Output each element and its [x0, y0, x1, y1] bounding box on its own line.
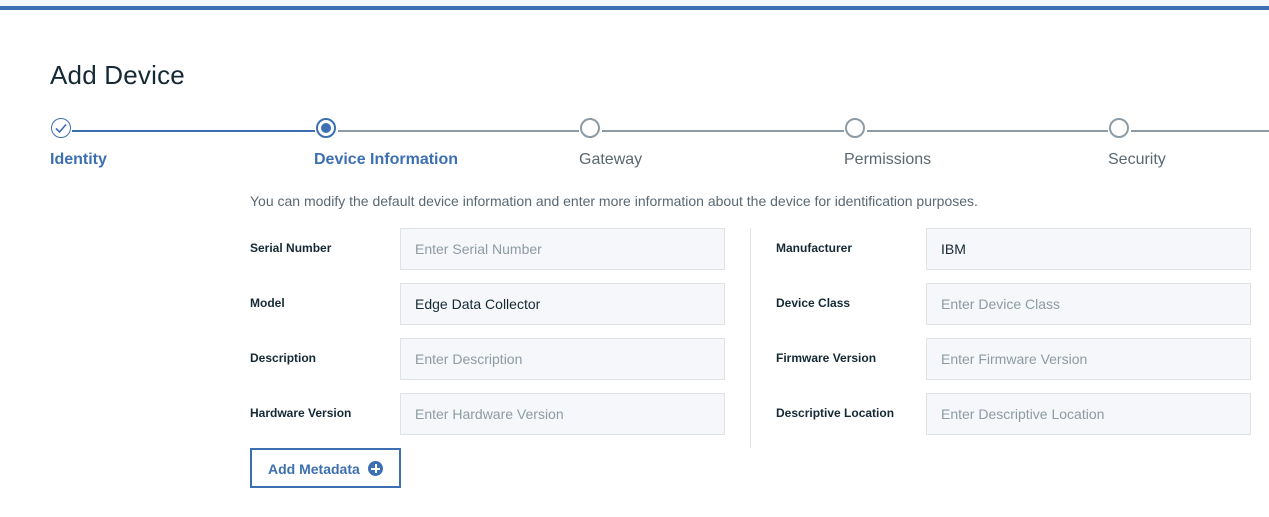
description-label: Description [250, 351, 317, 365]
firmware-version-label: Firmware Version [776, 351, 877, 365]
device-class-input[interactable] [926, 283, 1251, 325]
descriptive-location-input[interactable] [926, 393, 1251, 435]
checkmark-icon [51, 118, 71, 138]
add-metadata-button[interactable]: Add Metadata [250, 448, 401, 488]
serial-number-input[interactable] [400, 228, 725, 270]
page-title: Add Device [50, 60, 185, 90]
manufacturer-label: Manufacturer [776, 241, 853, 255]
empty-circle-icon [1109, 118, 1129, 138]
progress-line [338, 130, 579, 132]
step-label: Identity [50, 151, 107, 168]
step-label: Security [1108, 151, 1166, 168]
add-metadata-label: Add Metadata [268, 461, 360, 477]
model-label: Model [250, 296, 285, 310]
description-input[interactable] [400, 338, 725, 380]
firmware-version-input[interactable] [926, 338, 1251, 380]
empty-circle-icon [580, 118, 600, 138]
step-label: Permissions [844, 151, 932, 168]
manufacturer-input[interactable] [926, 228, 1251, 270]
hardware-version-label: Hardware Version [250, 406, 352, 420]
column-divider [750, 228, 751, 448]
add-circle-icon [368, 461, 383, 476]
serial-number-label: Serial Number [250, 241, 332, 255]
intro-text: You can modify the default device inform… [250, 193, 978, 209]
empty-circle-icon [845, 118, 865, 138]
model-input[interactable] [400, 283, 725, 325]
descriptive-location-label: Descriptive Location [776, 406, 895, 420]
progress-line [602, 130, 844, 132]
step-label: Device Information [314, 151, 459, 168]
progress-indicator: Identity Device Information Gateway Perm… [0, 118, 1269, 178]
progress-line-complete [72, 130, 315, 132]
progress-line [867, 130, 1108, 132]
progress-line [1131, 130, 1269, 132]
current-step-icon [316, 118, 336, 138]
hardware-version-input[interactable] [400, 393, 725, 435]
device-class-label: Device Class [776, 296, 851, 310]
step-label: Gateway [579, 151, 643, 168]
top-accent-line [0, 6, 1269, 10]
